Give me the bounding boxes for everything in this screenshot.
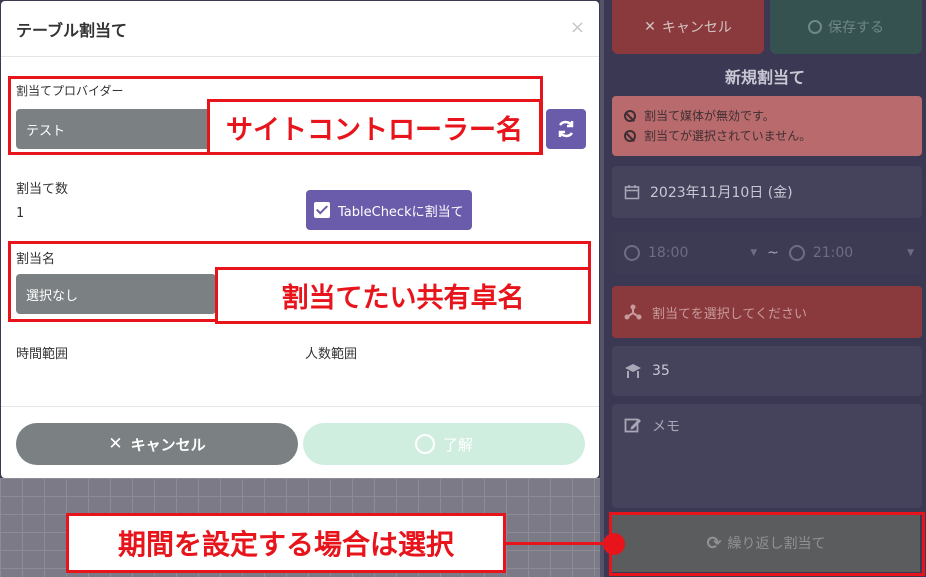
- time-separator: ~: [767, 245, 779, 261]
- error-alert: 割当て媒体が無効です。 割当てが選択されていません。: [612, 96, 922, 156]
- network-icon: [624, 304, 642, 320]
- ok-label: 了解: [442, 435, 473, 454]
- tablecheck-label: TableCheckに割当て: [338, 204, 464, 220]
- count-field[interactable]: 35: [612, 346, 922, 396]
- edit-icon: [624, 418, 641, 433]
- time-range-field: 18:00 ▼ ~ 21:00 ▼: [612, 232, 922, 274]
- ok-button[interactable]: 了解: [303, 423, 585, 465]
- site-controller-callout: サイトコントローラー名: [207, 99, 542, 155]
- clock-icon: [788, 245, 805, 261]
- circle-icon: [808, 20, 822, 34]
- close-icon[interactable]: ×: [570, 17, 585, 38]
- panel-save-button[interactable]: 保存する: [770, 0, 922, 54]
- date-value: 2023年11月10日 (金): [650, 185, 793, 201]
- modal-footer: ✕ キャンセル 了解: [1, 406, 599, 478]
- modal-header: テーブル割当て: [1, 1, 599, 57]
- start-time-select[interactable]: 18:00 ▼: [624, 245, 757, 261]
- panel-cancel-button[interactable]: ✕ キャンセル: [612, 0, 764, 54]
- refresh-button[interactable]: [546, 109, 586, 149]
- modal-title: テーブル割当て: [16, 20, 128, 40]
- panel-cancel-label: キャンセル: [661, 20, 732, 36]
- assignment-select[interactable]: 割当てを選択してください: [612, 286, 922, 338]
- memo-placeholder: メモ: [652, 419, 680, 435]
- connector-line: [503, 542, 611, 545]
- ban-icon: [624, 110, 636, 122]
- end-time-value: 21:00: [812, 245, 854, 261]
- count-value: 1: [16, 206, 24, 221]
- close-icon: ✕: [108, 434, 123, 454]
- time-range-label: 時間範囲: [16, 347, 69, 362]
- cancel-label: キャンセル: [130, 435, 206, 454]
- count-label: 割当て数: [16, 182, 69, 197]
- clock-icon: [624, 245, 640, 261]
- cancel-button[interactable]: ✕ キャンセル: [16, 423, 298, 465]
- people-range-label: 人数範囲: [305, 347, 358, 362]
- alert-text: 割当てが選択されていません。: [644, 129, 812, 143]
- date-field[interactable]: 2023年11月10日 (金): [612, 166, 922, 218]
- panel-title: 新規割当て: [724, 68, 805, 87]
- period-callout: 期間を設定する場合は選択: [66, 513, 506, 573]
- calendar-icon: [624, 185, 640, 200]
- assignment-placeholder: 割当てを選択してください: [652, 306, 807, 322]
- caret-down-icon: ▼: [907, 248, 914, 258]
- connector-dot: [603, 533, 625, 555]
- close-icon: ✕: [644, 19, 656, 35]
- repeat-highlight: [609, 512, 925, 576]
- tablecheck-assign-button[interactable]: TableCheckに割当て: [306, 190, 472, 230]
- ban-icon: [624, 130, 636, 142]
- refresh-icon: [558, 120, 574, 138]
- panel-save-label: 保存する: [828, 20, 884, 36]
- start-time-value: 18:00: [648, 245, 689, 261]
- shared-table-callout: 割当てたい共有卓名: [215, 267, 591, 324]
- circle-icon: [414, 434, 435, 454]
- end-time-select[interactable]: 21:00 ▼: [788, 245, 922, 261]
- caret-down-icon: ▼: [750, 248, 758, 258]
- table-assign-modal: テーブル割当て × 割当てプロバイダー テスト 割当て数 1 TableChec…: [1, 1, 599, 478]
- table-icon: [625, 364, 641, 378]
- memo-textarea[interactable]: メモ: [612, 404, 922, 508]
- checkbox-icon: [314, 202, 330, 218]
- assignment-panel: ✕ キャンセル 保存する 新規割当て 割当て媒体が無効です。 割当てが選択されて…: [604, 0, 926, 577]
- alert-text: 割当て媒体が無効です。: [644, 109, 775, 123]
- count-value: 35: [652, 363, 670, 379]
